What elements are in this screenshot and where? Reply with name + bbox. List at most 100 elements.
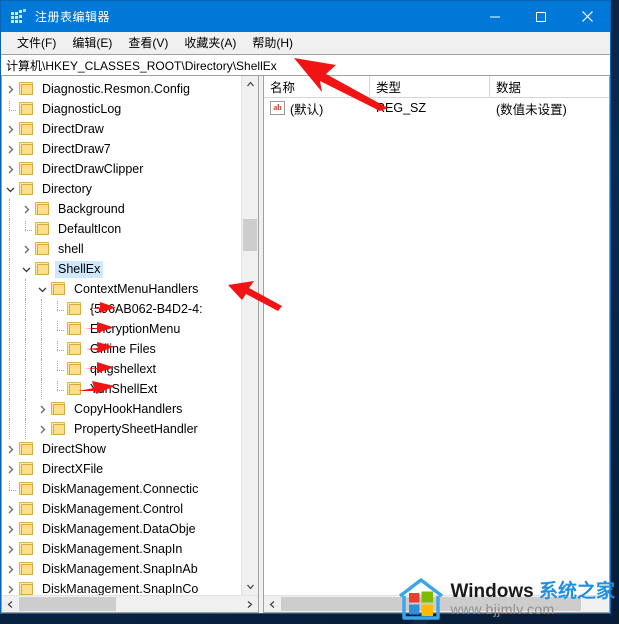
values-list-body[interactable]: ab (默认) REG_SZ (数值未设置) [264,98,609,595]
menu-view[interactable]: 查看(V) [120,32,176,53]
tree-item-shell[interactable]: shell [2,239,241,259]
values-scroll-left-button[interactable] [264,596,281,612]
tree-item-label: DefaultIcon [58,221,122,236]
tree-item-diskmanagement-dataobje[interactable]: DiskManagement.DataObje [2,519,241,539]
table-row[interactable]: ab (默认) REG_SZ (数值未设置) [264,98,609,118]
tree-item-diskmanagement-connectic[interactable]: DiskManagement.Connectic [2,479,241,499]
tree-hscroll-thumb[interactable] [19,597,116,611]
chevron-right-icon[interactable] [2,521,18,537]
folder-icon [50,282,67,296]
tree-leaf-connector-icon [2,101,18,117]
tree-item-label: CopyHookHandlers [74,401,183,416]
folder-icon [18,462,35,476]
scroll-up-button[interactable] [242,76,258,93]
folder-icon [66,342,83,356]
tree-item-directory[interactable]: Directory [2,179,241,199]
chevron-right-icon[interactable] [18,241,34,257]
menu-favorites[interactable]: 收藏夹(A) [176,32,244,53]
tree-item-label: ContextMenuHandlers [74,281,199,296]
tree-item-contextmenuhandlers[interactable]: ContextMenuHandlers [2,279,241,299]
tree-scroll-track[interactable] [242,93,258,578]
indent-guide [2,339,18,359]
tree-item-596ab062-b4d2-4[interactable]: {596AB062-B4D2-4: [2,299,241,319]
value-name-cell[interactable]: ab (默认) [264,99,370,118]
chevron-down-icon[interactable] [34,281,50,297]
tree-item-propertysheethandler[interactable]: PropertySheetHandler [2,419,241,439]
tree-item-label: shell [58,241,84,256]
tree-item-copyhookhandlers[interactable]: CopyHookHandlers [2,399,241,419]
tree-item-directdraw[interactable]: DirectDraw [2,119,241,139]
tree-item-offline-files[interactable]: Offline Files [2,339,241,359]
address-bar[interactable]: 计算机\HKEY_CLASSES_ROOT\Directory\ShellEx [1,54,610,76]
folder-icon [18,522,35,536]
tree-item-label: DiskManagement.SnapInCo [42,581,199,596]
tree-item-shellex[interactable]: ShellEx [2,259,241,279]
tree-item-encryptionmenu[interactable]: EncryptionMenu [2,319,241,339]
value-name-text: (默认) [290,102,324,117]
folder-icon [18,182,35,196]
tree-hscroll-track[interactable] [19,596,241,612]
values-hscroll-track[interactable] [281,596,609,612]
menu-file[interactable]: 文件(F) [9,32,64,53]
values-hscroll-thumb[interactable] [281,597,581,611]
minimize-button[interactable] [472,1,518,32]
indent-guide [34,319,50,339]
folder-icon [18,162,35,176]
content-area: Diagnostic.Resmon.Config DiagnosticLog Dir… [1,76,610,613]
column-header-name[interactable]: 名称 [264,76,370,97]
tree-leaf-connector-icon [50,301,66,317]
tree-item-directdrawclipper[interactable]: DirectDrawClipper [2,159,241,179]
tree-item-directdraw7[interactable]: DirectDraw7 [2,139,241,159]
chevron-right-icon[interactable] [2,81,18,97]
tree-leaf-connector-icon [2,481,18,497]
chevron-right-icon[interactable] [2,121,18,137]
chevron-right-icon[interactable] [2,561,18,577]
tree-item-label: Diagnostic.Resmon.Config [42,81,190,96]
tree-item-diskmanagement-snapin[interactable]: DiskManagement.SnapIn [2,539,241,559]
tree-item-defaulticon[interactable]: DefaultIcon [2,219,241,239]
chevron-right-icon[interactable] [2,501,18,517]
chevron-right-icon[interactable] [2,461,18,477]
column-header-type[interactable]: 类型 [370,76,490,97]
chevron-right-icon[interactable] [34,401,50,417]
chevron-down-icon[interactable] [18,261,34,277]
chevron-right-icon[interactable] [18,201,34,217]
maximize-button[interactable] [518,1,564,32]
tree-item-label: DiskManagement.SnapInAb [42,561,198,576]
close-button[interactable] [564,1,610,32]
scroll-down-button[interactable] [242,578,258,595]
chevron-down-icon[interactable] [2,181,18,197]
tree-item-label: DirectDraw [42,121,104,136]
values-horizontal-scrollbar[interactable] [264,595,609,612]
tree-item-qingshellext[interactable]: qingshellext [2,359,241,379]
tree-leaf-connector-icon [50,381,66,397]
tree-item-directxfile[interactable]: DirectXFile [2,459,241,479]
tree-item-diskmanagement-control[interactable]: DiskManagement.Control [2,499,241,519]
menu-help[interactable]: 帮助(H) [244,32,301,53]
chevron-right-icon[interactable] [2,141,18,157]
tree-scroll-right-button[interactable] [241,596,258,612]
folder-icon [34,242,51,256]
chevron-right-icon[interactable] [2,541,18,557]
indent-guide [34,379,50,399]
registry-key-tree[interactable]: Diagnostic.Resmon.Config DiagnosticLog Dir… [2,76,241,595]
tree-item-diagnosticlog[interactable]: DiagnosticLog [2,99,241,119]
window-title: 注册表编辑器 [35,10,111,24]
tree-item-diskmanagement-snapinco[interactable]: DiskManagement.SnapInCo [2,579,241,595]
tree-scroll-thumb[interactable] [243,219,257,251]
chevron-right-icon[interactable] [2,161,18,177]
tree-item-diskmanagement-snapinab[interactable]: DiskManagement.SnapInAb [2,559,241,579]
chevron-right-icon[interactable] [2,441,18,457]
column-header-data[interactable]: 数据 [490,76,609,97]
tree-vertical-scrollbar[interactable] [241,76,258,595]
tree-item-diagnostic-resmon-config[interactable]: Diagnostic.Resmon.Config [2,79,241,99]
tree-scroll-left-button[interactable] [2,596,19,612]
tree-item-directshow[interactable]: DirectShow [2,439,241,459]
chevron-right-icon[interactable] [34,421,50,437]
menu-edit[interactable]: 编辑(E) [64,32,120,53]
tree-horizontal-scrollbar[interactable] [2,595,258,612]
tree-item-background[interactable]: Background [2,199,241,219]
tree-item-yunshellext[interactable]: YunShellExt [2,379,241,399]
chevron-right-icon[interactable] [2,581,18,595]
folder-icon [66,382,83,396]
